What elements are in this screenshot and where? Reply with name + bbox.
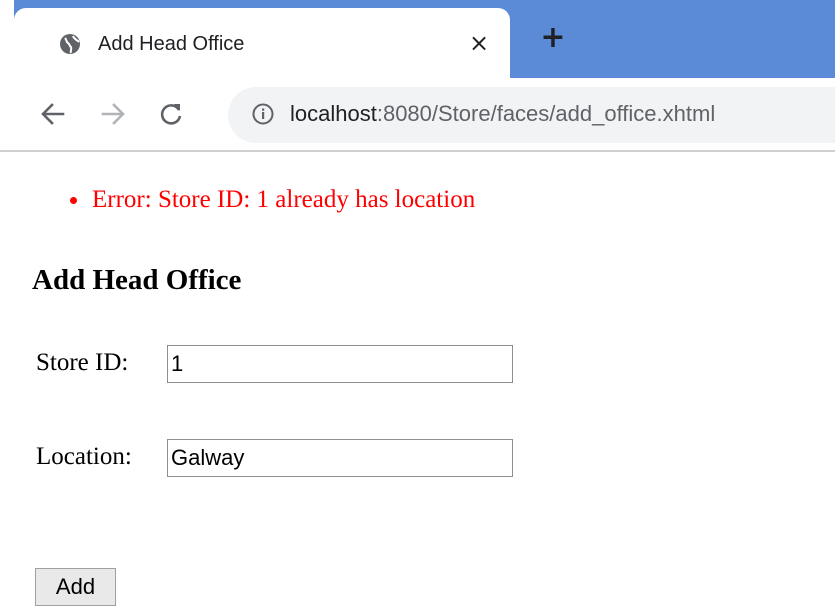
back-icon[interactable] (40, 101, 66, 127)
tab-strip-edge (0, 0, 14, 78)
info-icon[interactable] (252, 103, 274, 125)
url-host: localhost (290, 101, 377, 126)
page-title: Add Head Office (32, 264, 242, 296)
bullet (70, 197, 77, 204)
store-id-label: Store ID: (36, 349, 129, 376)
globe-icon (60, 34, 80, 54)
url-path: :8080/Store/faces/add_office.xhtml (376, 101, 716, 126)
add-button[interactable]: Add (35, 568, 116, 606)
tab-strip: Add Head Office × + (0, 0, 835, 78)
error-message: Error: Store ID: 1 already has location (70, 184, 475, 216)
location-input[interactable] (167, 439, 513, 477)
forward-icon[interactable] (100, 101, 126, 127)
url-text[interactable]: localhost:8080/Store/faces/add_office.xh… (290, 99, 715, 129)
browser-tab[interactable]: Add Head Office × (14, 8, 510, 78)
reload-icon[interactable] (158, 101, 184, 127)
tab-title: Add Head Office (98, 33, 245, 55)
location-label: Location: (36, 443, 132, 470)
new-tab-button[interactable]: + (538, 23, 568, 53)
error-text: Error: Store ID: 1 already has location (92, 186, 476, 213)
close-icon[interactable]: × (467, 31, 491, 55)
error-messages: Error: Store ID: 1 already has location (70, 184, 475, 216)
address-bar[interactable]: localhost:8080/Store/faces/add_office.xh… (228, 87, 835, 143)
store-id-input[interactable] (167, 345, 513, 383)
browser-toolbar: localhost:8080/Store/faces/add_office.xh… (0, 78, 835, 152)
